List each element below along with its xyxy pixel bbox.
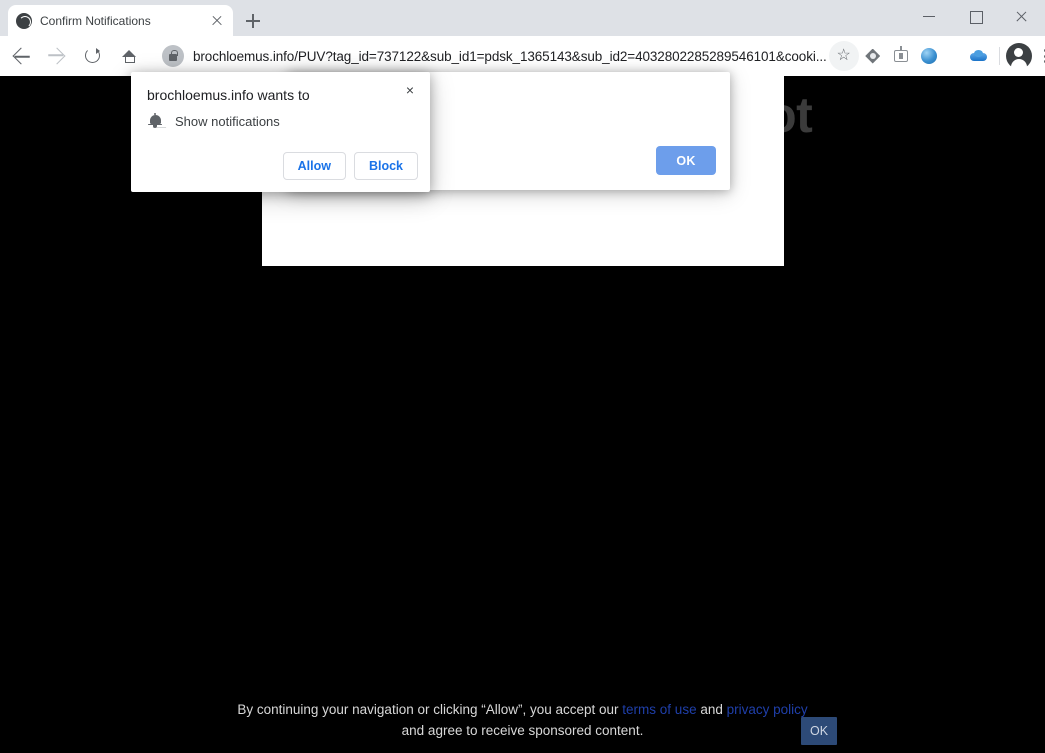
reload-icon [85,48,100,63]
screen-cast-icon[interactable] [887,42,915,70]
lock-icon[interactable] [162,45,184,67]
close-window-button[interactable] [999,0,1045,32]
title-bar: Confirm Notifications [0,0,1045,36]
globe-swirl-icon [16,13,32,29]
permission-title: brochloemus.info wants to [147,87,310,103]
puzzle-diamond-extension-icon[interactable] [859,42,887,70]
forward-button[interactable] [42,41,72,71]
privacy-policy-link[interactable]: privacy policy [727,702,808,717]
bell-icon [147,113,163,129]
reload-button[interactable] [78,41,108,71]
consent-line2: and agree to receive sponsored content. [402,723,644,738]
three-dot-menu-icon[interactable] [1032,42,1045,70]
profile-avatar-icon[interactable] [1006,43,1032,69]
back-arrow-icon [13,48,30,65]
dialog-ok-button[interactable]: OK [656,146,716,175]
toolbar-divider [999,47,1000,65]
url-text[interactable]: brochloemus.info/PUV?tag_id=737122&sub_i… [193,49,827,64]
back-button[interactable] [6,41,36,71]
block-button[interactable]: Block [354,152,418,180]
window-controls [907,0,1045,32]
star-icon: ☆ [829,41,859,71]
consent-ok-button[interactable]: OK [801,717,837,745]
permission-label: Show notifications [175,114,280,129]
address-bar[interactable]: brochloemus.info/PUV?tag_id=737122&sub_i… [152,42,827,70]
blue-cloud-extension-icon[interactable] [965,42,993,70]
home-icon [122,50,136,57]
forward-arrow-icon [49,48,66,65]
minimize-button[interactable] [907,0,953,32]
permission-actions: Allow Block [283,152,418,180]
allow-button[interactable]: Allow [283,152,346,180]
tab-confirm-notifications[interactable]: Confirm Notifications [8,5,233,36]
close-icon[interactable]: × [399,79,421,101]
maximize-button[interactable] [953,0,999,32]
consent-line1-mid: and [697,702,727,717]
consent-line1-pre: By continuing your navigation or clickin… [237,702,622,717]
close-icon[interactable] [209,13,225,29]
blue-globe-extension-icon[interactable] [915,42,943,70]
bookmark-button[interactable]: ☆ [829,41,859,71]
consent-bar: By continuing your navigation or clickin… [0,683,1045,753]
tab-strip: Confirm Notifications [0,0,905,36]
permission-row: Show notifications [147,113,280,129]
tab-title: Confirm Notifications [40,14,205,28]
new-tab-button[interactable] [240,8,266,34]
terms-of-use-link[interactable]: terms of use [622,702,696,717]
browser-window: Confirm Notifications brochloemus.info/P… [0,0,1045,753]
home-button[interactable] [114,41,144,71]
consent-text: By continuing your navigation or clickin… [0,699,1045,741]
notification-permission-bubble: × brochloemus.info wants to Show notific… [131,72,430,192]
browser-toolbar: brochloemus.info/PUV?tag_id=737122&sub_i… [0,36,1045,76]
